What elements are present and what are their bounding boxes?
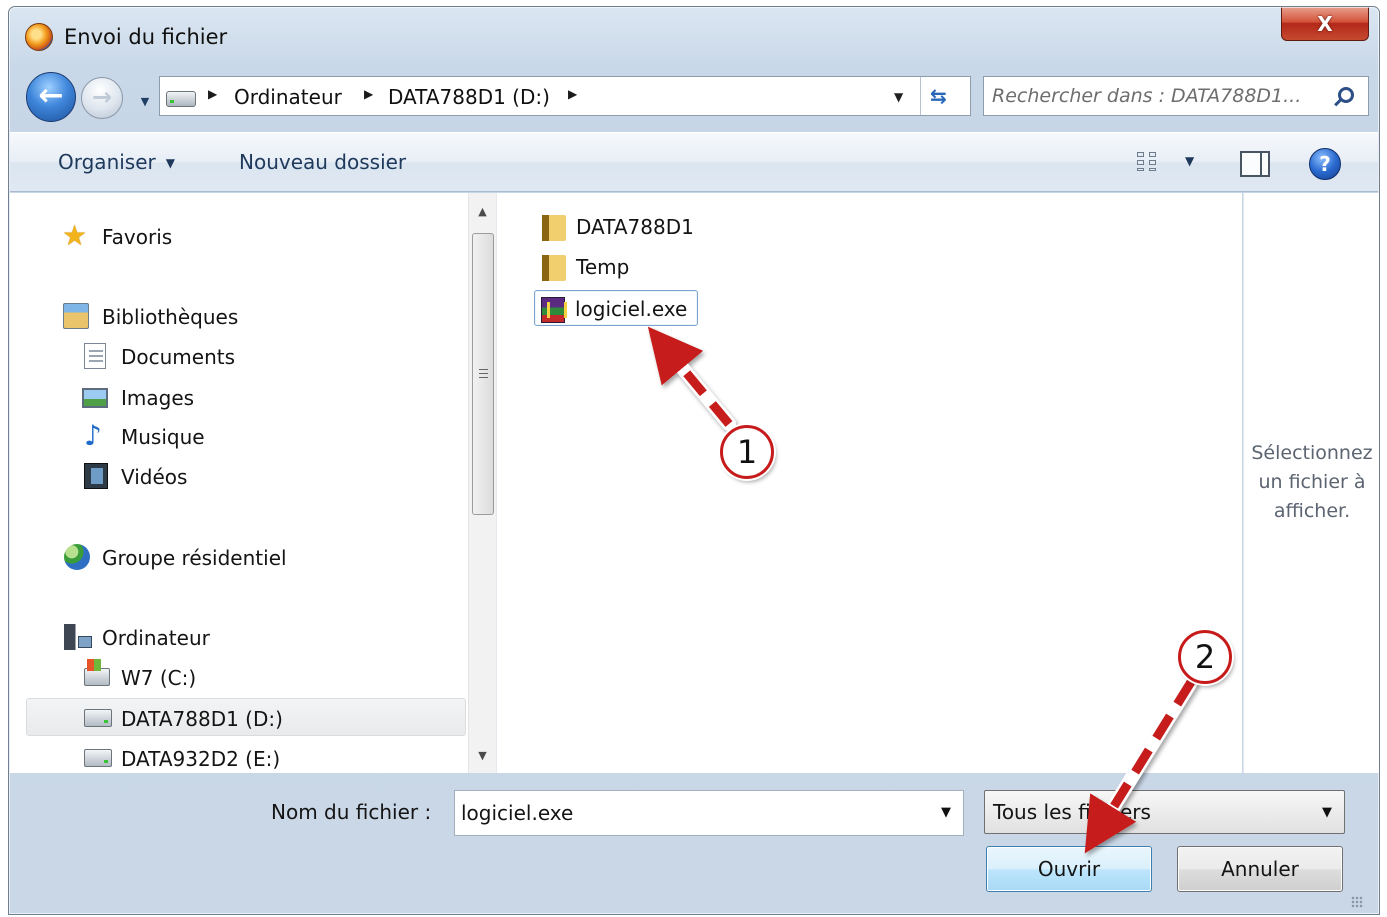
document-icon: [84, 343, 106, 369]
image-icon: [82, 388, 108, 408]
close-button[interactable]: X: [1281, 7, 1369, 41]
breadcrumb-computer[interactable]: Ordinateur: [234, 85, 342, 109]
back-arrow-icon: ←: [38, 78, 64, 113]
nav-item-videos[interactable]: Vidéos: [10, 457, 466, 495]
drive-icon: [166, 91, 196, 107]
new-folder-button[interactable]: Nouveau dossier: [239, 150, 406, 174]
organize-menu[interactable]: Organiser ▼: [58, 150, 175, 174]
chevron-down-icon: ▼: [140, 94, 150, 108]
cancel-button[interactable]: Annuler: [1177, 846, 1343, 892]
grip-icon: [479, 369, 488, 378]
folder-icon: [542, 255, 566, 281]
nav-item-label: Favoris: [102, 225, 173, 249]
chevron-down-icon: ▼: [165, 156, 175, 170]
nav-item-libraries[interactable]: Bibliothèques: [10, 297, 466, 335]
chevron-down-icon[interactable]: ▼: [941, 805, 951, 820]
nav-item-label: Documents: [121, 345, 236, 369]
file-name: DATA788D1: [576, 215, 694, 239]
search-icon[interactable]: [1338, 87, 1354, 103]
organize-label: Organiser: [58, 150, 156, 174]
preview-pane: Sélectionnez un fichier à afficher.: [1243, 193, 1379, 773]
pane-divider[interactable]: [496, 193, 504, 773]
computer-icon: [64, 624, 92, 650]
nav-item-homegroup[interactable]: Groupe résidentiel: [10, 538, 466, 576]
nav-item-drive-c[interactable]: W7 (C:): [10, 658, 466, 696]
nav-item-label: Vidéos: [121, 465, 188, 489]
filename-label: Nom du fichier :: [271, 800, 432, 824]
scroll-thumb[interactable]: [472, 233, 494, 515]
preview-message: Sélectionnez un fichier à afficher.: [1251, 442, 1373, 522]
nav-item-label: Musique: [121, 425, 205, 449]
homegroup-icon: [64, 544, 90, 570]
breadcrumb-separator-icon[interactable]: ▶: [208, 87, 217, 101]
nav-item-computer[interactable]: Ordinateur: [10, 618, 466, 656]
help-icon[interactable]: ?: [1309, 148, 1341, 180]
drive-icon: [84, 709, 112, 727]
breadcrumb-separator-icon[interactable]: ▶: [568, 87, 577, 101]
address-bar[interactable]: ▶ Ordinateur ▶ DATA788D1 (D:) ▶ ▼ ⇆: [159, 76, 971, 116]
nav-item-documents[interactable]: Documents: [10, 337, 466, 375]
nav-item-drive-d[interactable]: DATA788D1 (D:): [26, 698, 466, 736]
library-icon: [63, 303, 89, 329]
list-item[interactable]: DATA788D1: [534, 209, 714, 245]
address-separator: [920, 77, 921, 115]
nav-item-label: Groupe résidentiel: [102, 546, 287, 570]
open-button[interactable]: Ouvrir: [986, 846, 1152, 892]
file-name: Temp: [576, 255, 630, 279]
nav-item-label: DATA788D1 (D:): [121, 707, 283, 731]
refresh-icon[interactable]: ⇆: [930, 84, 947, 108]
file-list: DATA788D1 Temp logiciel.exe: [504, 193, 1242, 773]
command-bar: Organiser ▼ Nouveau dossier ▼ ?: [10, 132, 1378, 192]
window-title: Envoi du fichier: [64, 25, 228, 49]
file-open-dialog: Envoi du fichier X ← → ▼ ▶ Ordinateur ▶ …: [8, 6, 1380, 915]
music-note-icon: ♪: [84, 419, 102, 452]
recent-locations-button[interactable]: ▼: [135, 91, 155, 111]
filetype-select[interactable]: Tous les fichiers ▼: [984, 790, 1345, 834]
change-view-icon[interactable]: [1137, 152, 1163, 174]
video-icon: [84, 463, 108, 489]
view-options-chevron-icon[interactable]: ▼: [1185, 154, 1194, 168]
nav-item-images[interactable]: Images: [10, 378, 466, 416]
nav-item-label: DATA932D2 (E:): [121, 747, 281, 771]
nav-item-music[interactable]: ♪ Musique: [10, 417, 466, 455]
preview-pane-icon[interactable]: [1240, 151, 1270, 177]
firefox-icon: [25, 23, 53, 51]
folder-icon: [542, 215, 566, 241]
scroll-up-arrow-icon[interactable]: ▲: [469, 199, 496, 223]
breadcrumb-drive-d[interactable]: DATA788D1 (D:): [388, 85, 550, 109]
nav-item-label: Ordinateur: [102, 626, 210, 650]
resize-grip-icon[interactable]: [1351, 896, 1363, 908]
filename-input[interactable]: [461, 799, 921, 827]
address-dropdown-icon[interactable]: ▼: [894, 90, 903, 104]
list-item-selected[interactable]: logiciel.exe: [534, 290, 698, 326]
filetype-value: Tous les fichiers: [993, 800, 1151, 824]
installer-icon: [541, 297, 567, 323]
search-box[interactable]: [983, 76, 1369, 116]
nav-item-favorites[interactable]: ★ Favoris: [10, 217, 466, 255]
step-1-callout: 1: [720, 425, 774, 479]
scroll-down-arrow-icon[interactable]: ▼: [469, 743, 496, 767]
navigation-pane: ★ Favoris Bibliothèques Documents Images…: [10, 193, 496, 773]
forward-arrow-icon: →: [91, 83, 113, 111]
step-2-callout: 2: [1178, 630, 1232, 684]
close-icon: X: [1317, 11, 1333, 36]
forward-button[interactable]: →: [81, 77, 123, 119]
nav-item-label: Bibliothèques: [102, 305, 239, 329]
list-item[interactable]: Temp: [534, 249, 654, 285]
nav-item-label: Images: [121, 386, 195, 410]
nav-item-label: W7 (C:): [121, 666, 197, 690]
back-button[interactable]: ←: [26, 72, 76, 122]
filename-combobox[interactable]: ▼: [454, 790, 964, 836]
chevron-down-icon: ▼: [1322, 805, 1332, 820]
star-icon: ★: [62, 219, 88, 252]
title-bar: Envoi du fichier X: [9, 7, 1379, 61]
nav-scrollbar[interactable]: ▲ ▼: [468, 193, 496, 773]
breadcrumb-separator-icon[interactable]: ▶: [364, 87, 373, 101]
file-name: logiciel.exe: [575, 297, 688, 321]
nav-item-drive-e[interactable]: DATA932D2 (E:): [10, 739, 466, 773]
drive-icon: [84, 749, 112, 767]
windows-drive-icon: [84, 659, 110, 686]
search-input[interactable]: [992, 81, 1322, 111]
